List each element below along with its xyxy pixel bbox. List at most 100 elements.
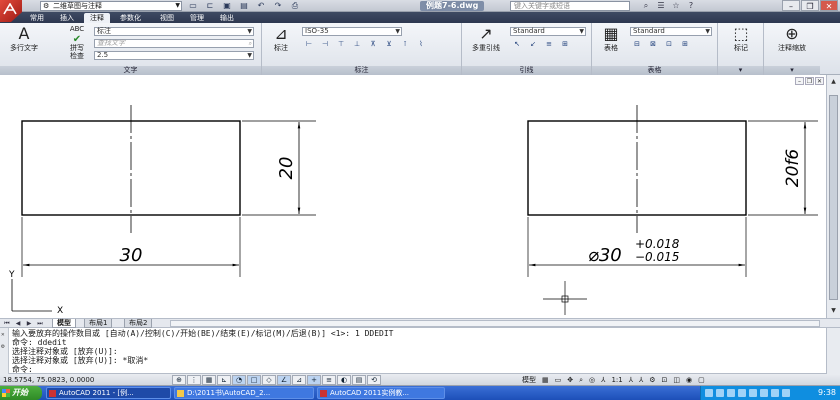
command-scrollbar[interactable] xyxy=(826,328,840,374)
search-input[interactable]: 键入关键字或短语 xyxy=(510,1,630,11)
markup-button[interactable]: ⬚ 标记 xyxy=(722,25,760,53)
dim-text-angle-icon[interactable]: ⊺ xyxy=(398,39,412,49)
annotation-scaling-expand[interactable]: ▾ xyxy=(764,66,820,75)
table-upload-icon[interactable]: ⊞ xyxy=(678,39,692,49)
binoculars-icon[interactable]: ⌕ xyxy=(640,1,652,11)
drawing-canvas[interactable]: – ❐ ✕ 20 30 20f6 ⌀30 +0.018 −0.015 Y X xyxy=(0,75,826,318)
selection-cycling-toggle[interactable]: ⟲ xyxy=(367,375,381,385)
tab-parametric[interactable]: 参数化 xyxy=(114,13,147,23)
remove-leader-icon[interactable]: ↙ xyxy=(526,39,540,49)
ducs-toggle[interactable]: ⊿ xyxy=(292,375,306,385)
task-autocad[interactable]: AutoCAD 2011 - [例... xyxy=(46,387,171,399)
tab-view[interactable]: 视图 xyxy=(154,13,180,23)
tab-annotate[interactable]: 注释 xyxy=(84,13,110,23)
dim-break-icon[interactable]: ⊢ xyxy=(302,39,316,49)
dim-space-icon[interactable]: ⊤ xyxy=(334,39,348,49)
save-as-icon[interactable]: ▤ xyxy=(237,1,251,11)
add-leader-icon[interactable]: ↖ xyxy=(510,39,524,49)
leader-style-dropdown[interactable]: Standard ▼ xyxy=(510,27,586,36)
otrack-toggle[interactable]: ∠ xyxy=(277,375,291,385)
tab-output[interactable]: 输出 xyxy=(214,13,240,23)
clock[interactable]: 9:38 xyxy=(818,388,836,398)
tab-manage[interactable]: 管理 xyxy=(184,13,210,23)
tab-layout1[interactable]: 布局1 xyxy=(84,319,113,328)
quick-properties-toggle[interactable]: ▤ xyxy=(352,375,366,385)
dimension-panel-title[interactable]: 标注 xyxy=(262,66,461,75)
tab-layout2[interactable]: 布局2 xyxy=(124,319,153,328)
tray-icon[interactable] xyxy=(771,389,779,397)
communication-icon[interactable]: ☰ xyxy=(655,1,667,11)
infer-constraints-toggle[interactable]: ⊕ xyxy=(172,375,186,385)
grid-toggle[interactable]: ▦ xyxy=(202,375,216,385)
workspace-switch-icon[interactable]: ⚙ xyxy=(647,375,657,385)
pan-icon[interactable]: ✥ xyxy=(565,375,575,385)
new-file-icon[interactable]: ▭ xyxy=(186,1,200,11)
spell-check-button[interactable]: ABC ✔ 拼写 检查 xyxy=(62,25,92,60)
dimension-button[interactable]: ⊿ 标注 xyxy=(266,25,296,53)
close-icon[interactable]: ✕ xyxy=(1,330,5,339)
start-button[interactable]: 开始 xyxy=(0,386,42,400)
task-folder[interactable]: D:\2011书\AutoCAD_2... xyxy=(174,387,314,399)
help-icon[interactable]: ? xyxy=(685,1,697,11)
dim-oblique-icon[interactable]: ⊻ xyxy=(382,39,396,49)
table-link-icon[interactable]: ⊟ xyxy=(630,39,644,49)
table-style-dropdown[interactable]: Standard ▼ xyxy=(630,27,712,36)
close-button[interactable]: ✕ xyxy=(820,0,838,11)
tray-icon[interactable] xyxy=(727,389,735,397)
dim-style-dropdown[interactable]: ISO-35 ▼ xyxy=(302,27,402,36)
text-style-dropdown[interactable]: 标注 ▼ xyxy=(94,27,254,36)
annotation-scale-icon[interactable]: ⅄ xyxy=(599,375,607,385)
tray-icon[interactable] xyxy=(760,389,768,397)
table-panel-title[interactable]: 表格 xyxy=(592,66,717,75)
transparency-toggle[interactable]: ◐ xyxy=(337,375,351,385)
tray-icon[interactable] xyxy=(716,389,724,397)
table-button[interactable]: ▦ 表格 xyxy=(596,25,626,53)
annotation-scale-value[interactable]: 1:1 xyxy=(609,375,624,385)
table-download-icon[interactable]: ⊡ xyxy=(662,39,676,49)
dim-inspect-icon[interactable]: ⊥ xyxy=(350,39,364,49)
text-height-dropdown[interactable]: 2.5 ▼ xyxy=(94,51,254,60)
find-text-input[interactable]: 查找文字 ⌕ xyxy=(94,39,254,48)
snap-toggle[interactable]: ⋮ xyxy=(187,375,201,385)
collect-leader-icon[interactable]: ⊞ xyxy=(558,39,572,49)
tray-icon[interactable] xyxy=(705,389,713,397)
command-input[interactable]: 命令: xyxy=(12,365,33,374)
prev-layout-icon[interactable]: ◀ xyxy=(13,319,23,328)
plot-icon[interactable]: ⎙ xyxy=(288,1,302,11)
scroll-up-icon[interactable]: ▲ xyxy=(828,77,839,87)
layout-view-icon[interactable]: ▭ xyxy=(553,375,564,385)
3d-osnap-toggle[interactable]: ◇ xyxy=(262,375,276,385)
tab-home[interactable]: 常用 xyxy=(24,13,50,23)
favorites-icon[interactable]: ☆ xyxy=(670,1,682,11)
undo-icon[interactable]: ↶ xyxy=(254,1,268,11)
dim-continue-icon[interactable]: ⊣ xyxy=(318,39,332,49)
dim-update-icon[interactable]: ⌇ xyxy=(414,39,428,49)
zoom-icon[interactable]: ⌕ xyxy=(577,375,585,385)
osnap-toggle[interactable]: □ xyxy=(247,375,261,385)
text-panel-title[interactable]: 文字 xyxy=(0,66,261,75)
lock-icon[interactable]: ⊡ xyxy=(660,375,670,385)
polar-toggle[interactable]: ◔ xyxy=(232,375,246,385)
multileader-button[interactable]: ↗ 多重引线 xyxy=(466,25,506,53)
redo-icon[interactable]: ↷ xyxy=(271,1,285,11)
mtext-button[interactable]: A 多行文字 xyxy=(6,25,42,53)
restore-button[interactable]: ❐ xyxy=(801,0,819,11)
open-file-icon[interactable]: ⊏ xyxy=(203,1,217,11)
save-icon[interactable]: ▣ xyxy=(220,1,234,11)
dim-jog-icon[interactable]: ⊼ xyxy=(366,39,380,49)
horizontal-scrollbar[interactable] xyxy=(170,320,820,327)
clean-screen-icon[interactable]: ▢ xyxy=(696,375,707,385)
workspace-dropdown[interactable]: ⚙ 二维草图与注释 ▼ xyxy=(40,1,182,11)
hardware-accel-icon[interactable]: ◫ xyxy=(671,375,682,385)
layout-grid-icon[interactable]: ▦ xyxy=(540,375,551,385)
coordinates-readout[interactable]: 18.5754, 75.0823, 0.0000 xyxy=(3,375,94,385)
leader-panel-title[interactable]: 引线 xyxy=(462,66,591,75)
vertical-scrollbar[interactable]: ▲ ▼ xyxy=(826,75,840,318)
tray-icon[interactable] xyxy=(738,389,746,397)
scroll-thumb[interactable] xyxy=(829,95,838,300)
align-leader-icon[interactable]: ≡ xyxy=(542,39,556,49)
model-space-button[interactable]: 模型 xyxy=(520,375,538,385)
annotation-visibility-icon[interactable]: ⅄ xyxy=(627,375,635,385)
tray-icon[interactable] xyxy=(782,389,790,397)
dyn-input-toggle[interactable]: + xyxy=(307,375,321,385)
